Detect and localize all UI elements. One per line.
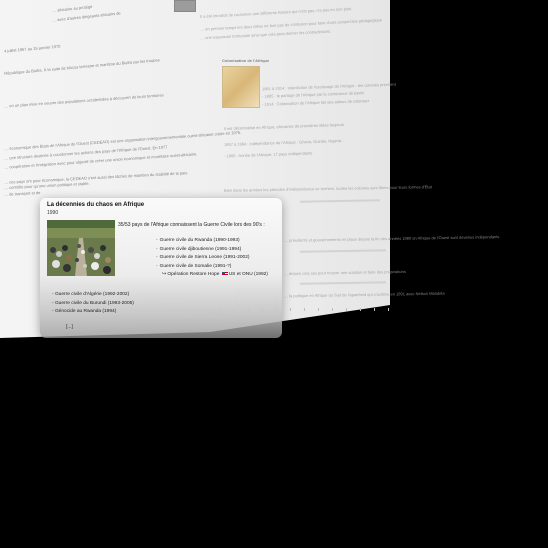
list-item: - Guerre civile de Sierra Leone (1991-200… [156,254,268,263]
popup-photo [47,220,115,276]
refugee-crowd-photo [47,220,115,276]
bullet: - [156,263,158,269]
operation-label: Opération Restore Hope [167,272,220,277]
popup-date: 1990 [47,210,59,216]
thumbnail-image [174,0,196,12]
list-item-operation: ↪ Opération Restore Hope US et ONU (1992… [156,271,268,280]
operation-suffix: US et ONU (1992) [228,272,268,277]
list-item: - Guerre civile du Burundi (1993-2005) [52,300,134,309]
wars-list-primary: - Guerre civile du Rwanda (1990-1993) - Gu… [156,237,268,280]
return-arrow-icon: ↪ [162,272,167,277]
list-item: - Guerre civile d'Algérie (1992-2002) [52,291,134,300]
war-item-label: Génocide au Rwanda (1994) [54,309,117,314]
list-item: - Guerre civile djiboutienne (1991-1994) [156,246,268,255]
bullet: - [52,300,54,306]
war-item-label: Guerre civile du Rwanda (1990-1993) [159,238,240,243]
more-link[interactable]: [...] [66,324,73,330]
war-item-label: Guerre civile du Burundi (1993-2005) [54,300,134,306]
list-item: - Guerre civile du Rwanda (1990-1993) [156,237,268,246]
wars-list-secondary: - Guerre civile d'Algérie (1992-2002) - … [52,291,134,317]
war-item-label: Guerre civile de Sierra Leone (1991-2002… [159,255,250,260]
popup-title: La décennies du chaos en Afrique [47,202,145,208]
bullet: - [156,246,158,252]
war-item-label: Guerre civile d'Algérie (1992-2002) [54,292,130,297]
bullet: - [52,309,54,314]
africa-map-thumbnail [222,66,260,108]
war-item-label: Guerre civile djiboutienne (1991-1994) [159,246,242,252]
bg-right-heading: Colonisation de l'Afrique [222,58,270,63]
bullet: - [52,292,54,297]
war-item-label: Guerre civile de Somalie (1991-?) [159,263,232,269]
bullet: - [156,238,158,243]
list-item: - Génocide au Rwanda (1994) [52,308,134,317]
list-item: - Guerre civile de Somalie (1991-?) [156,263,268,272]
popup-intro: 35/53 pays de l'Afrique connaissent la G… [118,222,265,228]
bullet: - [156,255,158,260]
event-popup[interactable]: La décennies du chaos en Afrique 1990 35… [40,198,282,338]
us-flag-icon [221,271,228,276]
